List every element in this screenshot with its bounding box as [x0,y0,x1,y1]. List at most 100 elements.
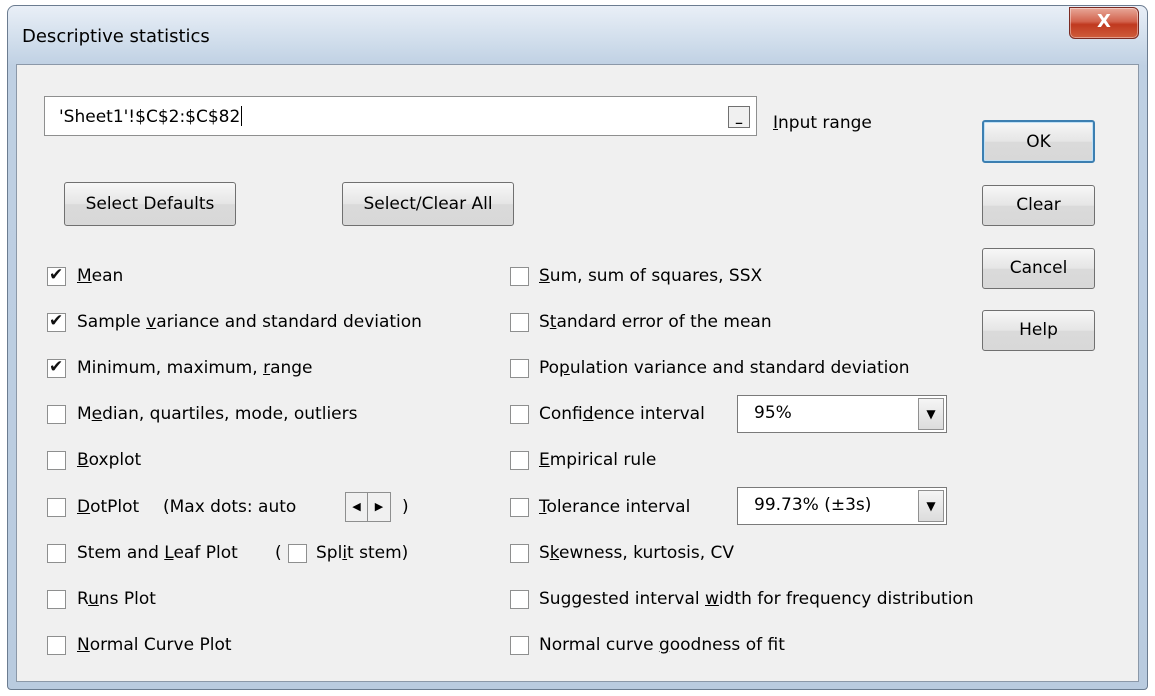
stem-leaf-checkbox[interactable] [47,544,66,563]
ok-button[interactable]: OK [982,120,1095,163]
goodness-of-fit-checkbox[interactable] [510,636,529,655]
label-part: S [539,543,550,563]
label-part: t stem) [347,543,409,563]
min-max-range-checkbox[interactable] [47,357,66,378]
chevron-down-icon[interactable]: ▼ [918,398,944,430]
max-dots-label: (Max dots: auto [163,497,297,517]
normal-curve-plot-label: Normal Curve Plot [77,635,232,655]
population-variance-label: Population variance and standard deviati… [539,358,910,378]
input-range-field[interactable]: 'Sheet1'!$C$2:$C$82 _ [44,96,757,136]
skewness-kurtosis-label: Skewness, kurtosis, CV [539,543,734,563]
stem-leaf-label: Stem and Leaf Plot [77,543,238,563]
text-caret [241,106,243,126]
collapse-dialog-button[interactable]: _ [728,106,750,128]
sample-variance-label: Sample variance and standard deviation [77,312,422,332]
dialog-client-area: 'Sheet1'!$C$2:$C$82 _ Input range Select… [16,64,1139,682]
label-accel: d [582,404,594,424]
label-part: R [77,589,89,609]
close-button[interactable]: X [1069,7,1139,39]
interval-width-checkbox[interactable] [510,590,529,609]
split-stem-checkbox[interactable] [288,544,307,563]
runs-plot-label: Runs Plot [77,589,156,609]
dotplot-checkbox[interactable] [47,498,66,517]
label-accel: p [559,358,570,378]
label-accel: T [539,497,547,517]
sample-variance-checkbox[interactable] [47,311,66,332]
median-quartiles-checkbox[interactable] [47,405,66,424]
dialog-title: Descriptive statistics [22,26,210,47]
label-part: ewness, kurtosis, CV [559,543,735,563]
label-accel: E [539,450,550,470]
label-part: ean [91,266,124,286]
tolerance-level-value: 99.73% (±3s) [754,495,872,515]
empirical-rule-label: Empirical rule [539,450,656,470]
label-part: nput range [778,113,872,133]
label-part: olerance interval [546,497,691,517]
label-part: ariance and standard deviation [156,312,422,332]
label-part: andard error of the mean [556,312,772,332]
label-part: Po [539,358,560,378]
runs-plot-checkbox[interactable] [47,590,66,609]
sum-squares-label: Sum, sum of squares, SSX [539,266,762,286]
std-error-checkbox[interactable] [510,313,529,332]
label-part: Normal curve [539,635,659,655]
label-part: Minimum, maximum, [77,358,264,378]
label-part: mpirical rule [549,450,657,470]
title-bar[interactable]: Descriptive statistics X [8,6,1147,64]
label-part: dian, quartiles, mode, outliers [102,404,358,424]
max-dots-spinner[interactable]: ◀ ▶ [345,492,391,522]
mean-label: Mean [77,266,123,286]
label-accel: M [77,266,92,286]
sum-squares-checkbox[interactable] [510,267,529,286]
goodness-of-fit-label: Normal curve goodness of fit [539,635,785,655]
select-defaults-button[interactable]: Select Defaults [64,182,236,226]
confidence-interval-checkbox[interactable] [510,405,529,424]
label-part: Stem and [77,543,165,563]
label-accel: r [263,358,271,378]
skewness-kurtosis-checkbox[interactable] [510,544,529,563]
label-part: Confi [539,404,583,424]
label-accel: g [658,635,670,655]
label-part: ence interval [593,404,705,424]
label-accel: B [77,450,89,470]
normal-curve-plot-checkbox[interactable] [47,636,66,655]
chevron-down-icon[interactable]: ▼ [918,490,944,522]
split-stem-label: Split stem) [316,543,408,563]
label-part: ormal Curve Plot [89,635,232,655]
population-variance-checkbox[interactable] [510,359,529,378]
label-part: ulation variance and standard deviation [569,358,910,378]
label-part: M [77,404,92,424]
min-max-range-label: Minimum, maximum, range [77,358,313,378]
label-part: S [539,312,550,332]
label-part: otPlot [90,497,140,517]
help-button[interactable]: Help [982,310,1095,351]
label-part: oodness of fit [669,635,785,655]
mean-checkbox[interactable] [47,265,66,286]
dotplot-label: DotPlot [77,497,139,517]
boxplot-label: Boxplot [77,450,141,470]
dialog-window: Descriptive statistics X 'Sheet1'!$C$2:$… [7,5,1148,690]
confidence-level-select[interactable]: 95% ▼ [737,395,947,433]
label-part: idth for frequency distribution [718,589,974,609]
label-accel: e [91,404,103,424]
spin-right-icon[interactable]: ▶ [368,493,390,521]
label-accel: v [146,312,157,332]
select-clear-all-button[interactable]: Select/Clear All [342,182,514,226]
label-accel: D [77,497,91,517]
input-range-label: Input range [773,113,872,133]
boxplot-checkbox[interactable] [47,451,66,470]
confidence-level-value: 95% [754,403,792,423]
tolerance-interval-checkbox[interactable] [510,498,529,517]
label-accel: u [88,589,99,609]
empirical-rule-checkbox[interactable] [510,451,529,470]
clear-button[interactable]: Clear [982,185,1095,226]
spin-left-icon[interactable]: ◀ [346,493,368,521]
label-part: um, sum of squares, SSX [549,266,763,286]
label-accel: k [549,543,560,563]
tolerance-level-select[interactable]: 99.73% (±3s) ▼ [737,487,947,525]
label-part: Sample [77,312,147,332]
label-part: Spl [316,543,343,563]
cancel-button[interactable]: Cancel [982,248,1095,289]
confidence-interval-label: Confidence interval [539,404,705,424]
label-accel: S [539,266,550,286]
